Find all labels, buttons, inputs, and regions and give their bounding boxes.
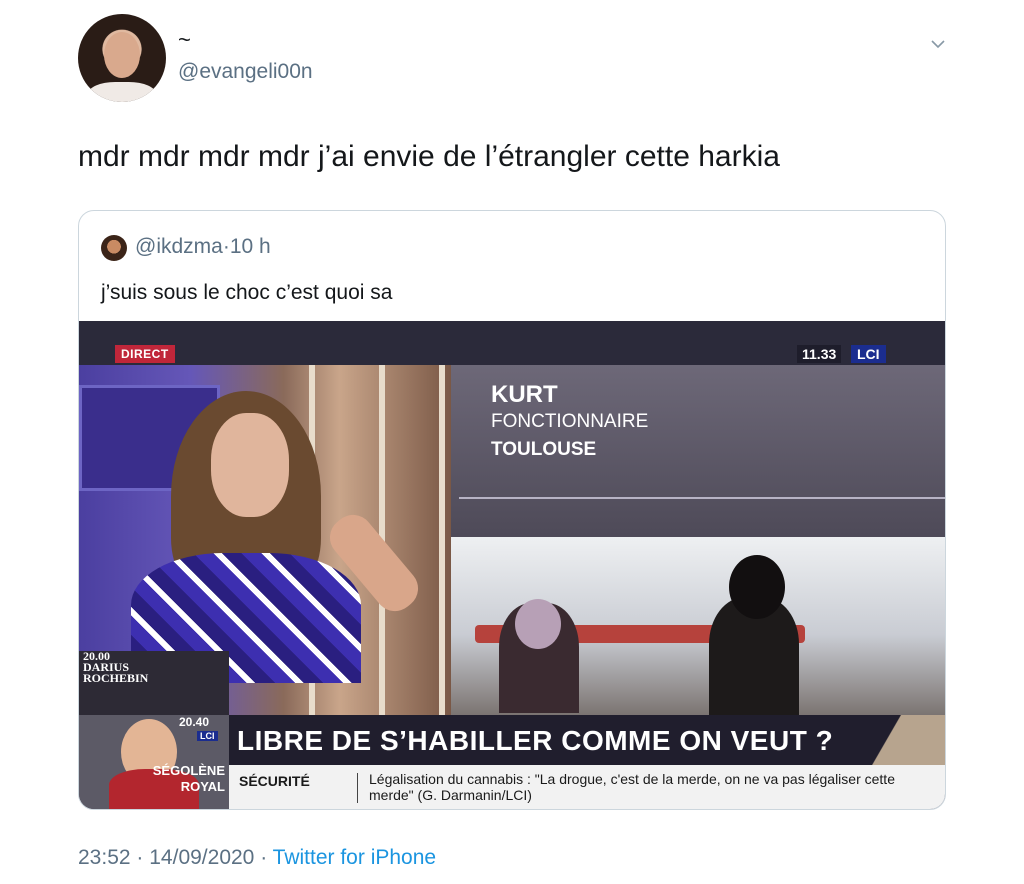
quoted-handle[interactable]: @ikdzma [135, 235, 223, 258]
guest-first-name: SÉGOLÈNE [152, 763, 225, 778]
guest-name: SÉGOLÈNE ROYAL [135, 763, 225, 795]
guest-channel-logo: LCI [197, 731, 218, 741]
speaker-city: TOULOUSE [491, 439, 597, 460]
speaker-name: KURT [491, 381, 558, 408]
footer-separator: · [260, 846, 268, 869]
broadcast-clock: 11.33 [797, 345, 842, 363]
ticker-divider [357, 773, 358, 803]
avatar-shirt [88, 82, 156, 102]
tweet-date[interactable]: 14/09/2020 [149, 846, 254, 869]
presenter-face [211, 413, 289, 517]
tweet-footer: 23:52 · 14/09/2020 · Twitter for iPhone [78, 846, 436, 870]
inset-name-last: ROCHEBIN [83, 671, 149, 685]
footer-separator: · [136, 846, 144, 869]
speaker-role: FONCTIONNAIRE [491, 411, 649, 432]
street-person-right-head [729, 555, 785, 619]
author-display-name[interactable]: ~ [178, 29, 191, 51]
guest-time: 20.40 [179, 715, 210, 729]
live-badge: DIRECT [115, 345, 175, 363]
channel-logo: LCI [851, 345, 886, 363]
quoted-text: j’suis sous le choc c’est quoi sa [101, 281, 393, 304]
ticker-text: Légalisation du cannabis : "La drogue, c… [369, 771, 895, 803]
quoted-tweet[interactable]: @ikdzma·10 h j’suis sous le choc c’est q… [78, 210, 946, 810]
author-avatar[interactable] [78, 14, 166, 102]
quoted-video[interactable]: DIRECT 11.33 LCI 20.00 DARIUS ROCHEBIN K… [79, 321, 945, 809]
headline-banner-tip [869, 715, 945, 765]
quoted-age: 10 h [229, 235, 271, 258]
audio-waveform [459, 497, 945, 499]
quoted-meta[interactable]: @ikdzma·10 h [135, 235, 271, 259]
headline-text: LIBRE DE S’HABILLER COMME ON VEUT ? [237, 725, 834, 756]
ticker-section: SÉCURITÉ [239, 773, 310, 789]
street-person-left-head [515, 599, 561, 649]
studio-pillar [439, 365, 445, 715]
avatar-face [104, 32, 140, 78]
guest-last-name: ROYAL [180, 779, 225, 794]
author-handle[interactable]: @evangeli00n [178, 60, 313, 84]
inset-caption: 20.00 DARIUS ROCHEBIN [83, 650, 149, 685]
tweet-time[interactable]: 23:52 [78, 846, 131, 869]
quoted-avatar[interactable] [101, 235, 127, 261]
quoted-dot: · [222, 235, 230, 258]
tweet-source-link[interactable]: Twitter for iPhone [273, 846, 436, 869]
chevron-down-icon[interactable] [930, 36, 946, 52]
tweet-text: mdr mdr mdr mdr j’ai envie de l’étrangle… [78, 140, 780, 173]
